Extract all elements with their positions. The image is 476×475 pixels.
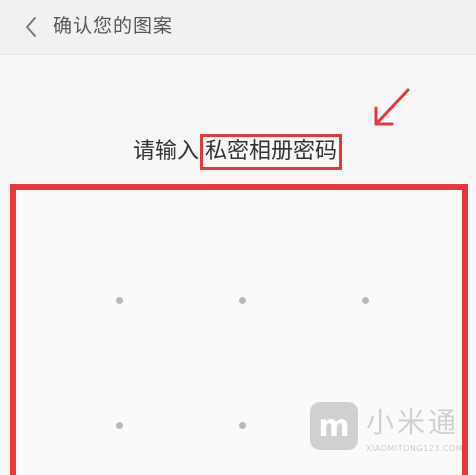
back-button[interactable] xyxy=(14,10,48,44)
prompt-prefix: 请输入 xyxy=(133,139,200,164)
pattern-dot-1-1[interactable] xyxy=(116,297,123,304)
page-title: 确认您的图案 xyxy=(53,15,174,37)
pattern-dot-1-2[interactable] xyxy=(239,297,246,304)
watermark: m 小米通 XIAOMITONG123.COM xyxy=(310,400,476,475)
screen: 确认您的图案 请输入 私密相册密码 m 小米通 XIAOMITONG123.COM xyxy=(0,0,476,475)
pattern-prompt: 请输入 私密相册密码 xyxy=(133,134,343,170)
red-arrow-icon xyxy=(374,88,410,126)
pattern-dot-2-1[interactable] xyxy=(116,422,123,429)
chevron-left-icon xyxy=(26,17,36,37)
watermark-url: XIAOMITONG123.COM xyxy=(366,444,464,453)
top-bar: 确认您的图案 xyxy=(0,0,476,55)
highlighted-prompt-text: 私密相册密码 xyxy=(200,134,343,170)
watermark-name: 小米通 xyxy=(366,406,460,439)
pattern-dot-2-2[interactable] xyxy=(239,422,246,429)
watermark-logo: m xyxy=(310,402,358,450)
pattern-dot-1-3[interactable] xyxy=(362,297,369,304)
